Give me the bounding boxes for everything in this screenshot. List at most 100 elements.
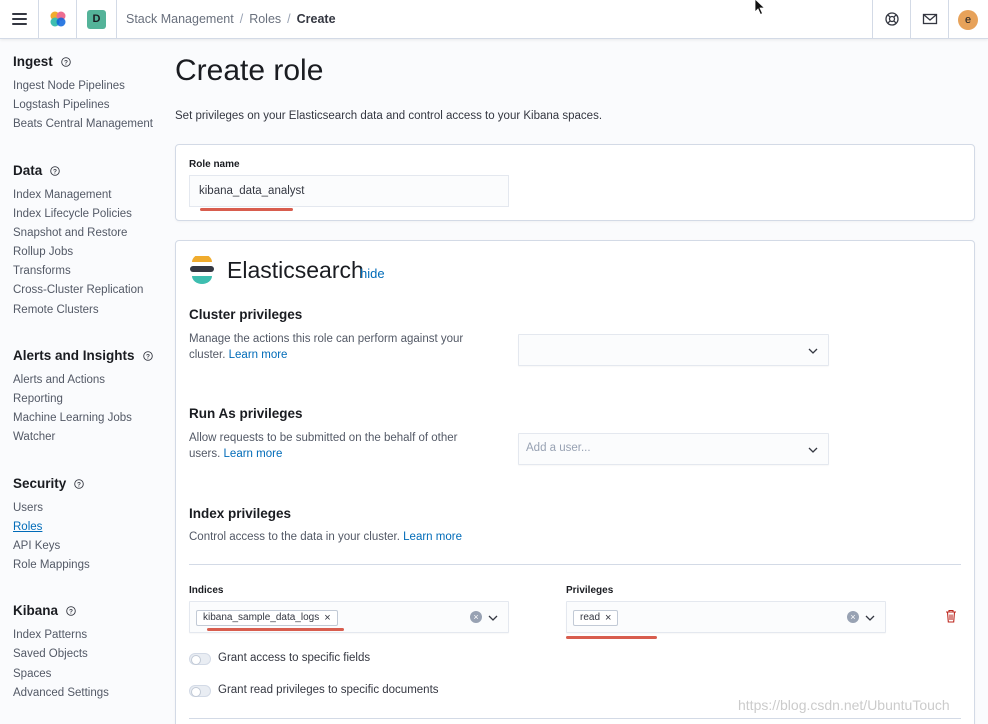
header-divider — [76, 0, 77, 39]
sidebar-item-snapshot-and-restore[interactable]: Snapshot and Restore — [13, 227, 127, 239]
cluster-privileges-title: Cluster privileges — [189, 307, 303, 322]
grant-fields-toggle[interactable] — [189, 653, 211, 665]
page-title: Create role — [175, 54, 324, 87]
breadcrumb: Stack Management / Roles / Create — [126, 12, 336, 26]
hide-elasticsearch-link[interactable]: hide — [360, 266, 385, 281]
management-sidebar: Ingest ? Ingest Node Pipelines Logstash … — [0, 40, 170, 724]
clear-input-icon[interactable]: × — [847, 611, 859, 623]
sidebar-item-alerts-and-actions[interactable]: Alerts and Actions — [13, 374, 105, 386]
svg-text:?: ? — [69, 608, 73, 615]
mouse-cursor-icon — [754, 0, 766, 16]
help-icon[interactable]: ? — [142, 350, 153, 361]
remove-pill-icon[interactable]: × — [324, 611, 330, 625]
kibana-logo-icon[interactable] — [49, 10, 67, 28]
annotation-underline — [566, 636, 657, 639]
nav-group-ingest: Ingest ? — [13, 54, 71, 69]
index-learn-more-link[interactable]: Learn more — [403, 531, 462, 543]
chevron-down-icon — [808, 348, 818, 354]
sidebar-item-saved-objects[interactable]: Saved Objects — [13, 648, 88, 660]
help-icon[interactable]: ? — [50, 165, 61, 176]
sidebar-item-index-lifecycle-policies[interactable]: Index Lifecycle Policies — [13, 208, 132, 220]
sidebar-item-rollup-jobs[interactable]: Rollup Jobs — [13, 246, 73, 258]
sidebar-item-beats-central-management[interactable]: Beats Central Management — [13, 118, 153, 130]
sidebar-item-transforms[interactable]: Transforms — [13, 265, 71, 277]
chevron-down-icon[interactable] — [865, 615, 875, 621]
role-name-label: Role name — [189, 159, 240, 170]
sidebar-item-advanced-settings[interactable]: Advanced Settings — [13, 687, 109, 699]
annotation-underline — [207, 628, 344, 631]
header-divider — [116, 0, 117, 39]
newsfeed-mail-icon[interactable] — [922, 11, 938, 27]
header-divider — [910, 0, 911, 39]
header-divider — [948, 0, 949, 39]
index-pill-label: kibana_sample_data_logs — [203, 612, 320, 623]
trash-icon[interactable] — [945, 609, 957, 623]
privilege-pill-label: read — [580, 612, 601, 623]
header-divider — [38, 0, 39, 39]
sidebar-item-roles[interactable]: Roles — [13, 521, 42, 533]
sidebar-item-watcher[interactable]: Watcher — [13, 431, 55, 443]
privileges-combobox[interactable]: read × × — [566, 601, 886, 633]
help-icon[interactable]: ? — [61, 56, 71, 67]
grant-fields-label: Grant access to specific fields — [218, 652, 371, 664]
run-as-learn-more-link[interactable]: Learn more — [224, 448, 283, 460]
top-header: D Stack Management / Roles / Create e — [0, 0, 988, 39]
section-divider — [189, 564, 961, 565]
sidebar-item-machine-learning-jobs[interactable]: Machine Learning Jobs — [13, 412, 132, 424]
sidebar-item-reporting[interactable]: Reporting — [13, 393, 63, 405]
cluster-learn-more-link[interactable]: Learn more — [229, 349, 288, 361]
watermark-text: https://blog.csdn.net/UbuntuTouch — [738, 697, 950, 713]
sidebar-item-role-mappings[interactable]: Role Mappings — [13, 559, 90, 571]
breadcrumb-create: Create — [296, 12, 336, 26]
nav-group-kibana: Kibana ? — [13, 603, 76, 618]
help-icon[interactable]: ? — [74, 478, 85, 489]
chevron-down-icon[interactable] — [488, 615, 498, 621]
breadcrumb-stack-management[interactable]: Stack Management — [126, 12, 234, 26]
sidebar-item-spaces[interactable]: Spaces — [13, 668, 51, 680]
breadcrumb-separator: / — [287, 12, 291, 26]
nav-group-alerts-and-insights: Alerts and Insights ? — [13, 348, 153, 363]
indices-label: Indices — [189, 585, 224, 596]
breadcrumb-roles[interactable]: Roles — [249, 12, 281, 26]
index-privileges-description: Control access to the data in your clust… — [189, 529, 462, 545]
index-pill: kibana_sample_data_logs × — [196, 610, 338, 626]
cluster-privileges-description: Manage the actions this role can perform… — [189, 331, 489, 363]
run-as-privileges-description: Allow requests to be submitted on the be… — [189, 430, 489, 462]
sidebar-item-api-keys[interactable]: API Keys — [13, 540, 60, 552]
cluster-privileges-select[interactable] — [518, 334, 829, 366]
svg-text:?: ? — [77, 481, 81, 488]
nav-group-title: Data — [13, 163, 43, 178]
user-avatar[interactable]: e — [958, 10, 978, 30]
grant-documents-label: Grant read privileges to specific docume… — [218, 684, 439, 696]
remove-pill-icon[interactable]: × — [605, 611, 611, 625]
sidebar-item-logstash-pipelines[interactable]: Logstash Pipelines — [13, 99, 110, 111]
nav-group-data: Data ? — [13, 163, 61, 178]
index-privileges-title: Index privileges — [189, 506, 292, 521]
annotation-underline — [200, 208, 293, 211]
nav-group-title: Alerts and Insights — [13, 348, 135, 363]
run-as-user-select[interactable]: Add a user... — [518, 433, 829, 465]
sidebar-item-cross-cluster-replication[interactable]: Cross-Cluster Replication — [13, 284, 143, 296]
sidebar-item-ingest-node-pipelines[interactable]: Ingest Node Pipelines — [13, 80, 125, 92]
svg-text:?: ? — [64, 59, 68, 66]
sidebar-item-remote-clusters[interactable]: Remote Clusters — [13, 304, 99, 316]
svg-text:?: ? — [53, 168, 57, 175]
help-icon[interactable]: ? — [66, 605, 76, 616]
nav-group-security: Security ? — [13, 476, 85, 491]
role-name-input[interactable]: kibana_data_analyst — [189, 175, 509, 207]
run-as-privileges-title: Run As privileges — [189, 406, 303, 421]
grant-documents-toggle[interactable] — [189, 685, 211, 697]
sidebar-item-index-patterns[interactable]: Index Patterns — [13, 629, 87, 641]
index-privileges-text: Control access to the data in your clust… — [189, 531, 400, 543]
privileges-label: Privileges — [566, 585, 614, 596]
help-lifebuoy-icon[interactable] — [884, 11, 900, 27]
run-as-placeholder: Add a user... — [526, 442, 591, 454]
space-avatar[interactable]: D — [87, 10, 106, 29]
sidebar-item-users[interactable]: Users — [13, 502, 43, 514]
sidebar-item-index-management[interactable]: Index Management — [13, 189, 111, 201]
clear-input-icon[interactable]: × — [470, 611, 482, 623]
page-description: Set privileges on your Elasticsearch dat… — [175, 110, 603, 122]
hamburger-menu-icon[interactable] — [12, 13, 27, 25]
nav-group-title: Kibana — [13, 603, 59, 618]
nav-group-title: Security — [13, 476, 67, 491]
